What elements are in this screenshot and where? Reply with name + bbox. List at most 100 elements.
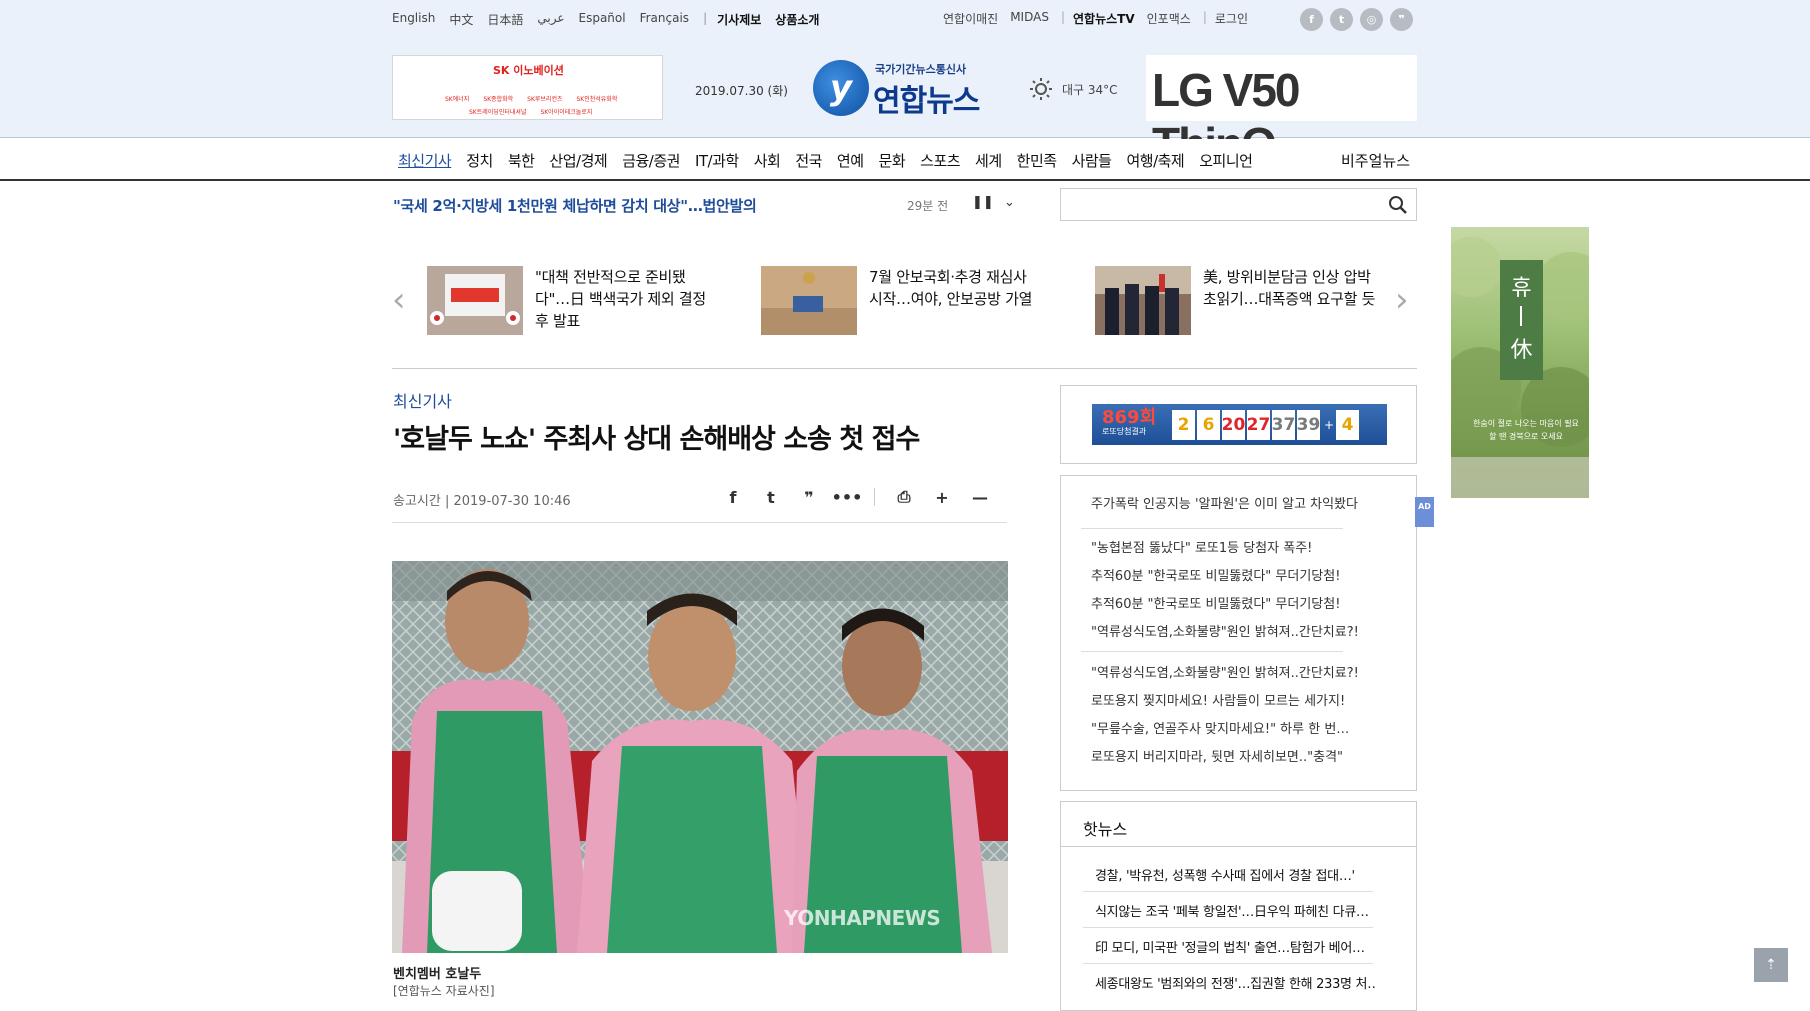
list-divider <box>1083 963 1373 964</box>
weather-widget[interactable]: 대구 34°C <box>1030 78 1118 100</box>
hot-news-item[interactable]: 印 모디, 미국판 '정글의 법칙' 출연…탐험가 베어… <box>1095 937 1375 956</box>
main-nav: 최신기사 정치 북한 산업/경제 금융/증권 IT/과학 사회 전국 연예 문화… <box>0 139 1810 181</box>
nav-north-korea[interactable]: 북한 <box>508 150 535 171</box>
toolbar-divider <box>874 488 875 506</box>
more-share-icon[interactable]: ••• <box>832 486 863 508</box>
carousel-headline[interactable]: 7월 안보국회·추경 재심사 시작…여야, 안보공방 가열 <box>869 266 1044 336</box>
nav-visual-news[interactable]: 비주얼뉴스 <box>1341 150 1410 171</box>
sk-innovation-ad[interactable]: SK 이노베이션 SK에너지 SK종합화학 SK루브리컨츠 SK인천석유화학 S… <box>392 55 663 120</box>
scroll-to-top-button[interactable]: ⇡ <box>1754 948 1788 982</box>
nav-society[interactable]: 사회 <box>754 150 781 171</box>
nav-people[interactable]: 사람들 <box>1072 150 1112 171</box>
nav-korean-diaspora[interactable]: 한민족 <box>1017 150 1057 171</box>
nav-sports[interactable]: 스포츠 <box>920 150 960 171</box>
search-icon[interactable] <box>1388 195 1408 215</box>
carousel-headline[interactable]: "대책 전반적으로 준비됐다"…日 백색국가 제외 결정 후 발표 <box>535 266 710 336</box>
divider: | <box>703 11 708 25</box>
nav-travel[interactable]: 여행/축제 <box>1126 150 1184 171</box>
kakao-story-icon[interactable]: ❞ <box>1390 8 1413 31</box>
nav-economy[interactable]: 산업/경제 <box>549 150 607 171</box>
yonhap-tv-link[interactable]: 연합뉴스TV <box>1073 10 1135 27</box>
carousel-thumbnail <box>761 266 857 335</box>
hot-news-item[interactable]: 식지않는 조국 '페북 항일전'…日우익 파헤친 다큐… <box>1095 901 1375 920</box>
carousel-item[interactable]: 美, 방위비분담금 인상 압박 초읽기…대폭증액 요구할 듯 <box>1095 266 1378 336</box>
hot-news-item[interactable]: 세종대왕도 '범죄와의 전쟁'…집권할 한해 233명 처… <box>1095 973 1375 992</box>
twitter-share-icon[interactable]: t <box>760 486 782 508</box>
yonhap-logo[interactable]: y 국가기간뉴스통신사 연합뉴스 <box>813 58 998 120</box>
article-photo[interactable]: YONHAPNEWS <box>392 561 1008 953</box>
banner-panel: 휴 休 <box>1500 260 1543 380</box>
lang-english[interactable]: English <box>392 11 435 28</box>
ad-text: SK종합화학 <box>483 96 514 103</box>
logo-mark-icon: y <box>813 60 869 116</box>
instagram-icon[interactable]: ◎ <box>1360 8 1383 31</box>
lotto-number: 6 <box>1197 409 1220 440</box>
login-link[interactable]: 로그인 <box>1215 10 1248 27</box>
carousel-headline[interactable]: 美, 방위비분담금 인상 압박 초읽기…대폭증액 요구할 듯 <box>1203 266 1378 336</box>
sponsored-link[interactable]: "농협본점 뚫났다" 로또1등 당첨자 폭주! <box>1091 537 1391 556</box>
nav-world[interactable]: 세계 <box>975 150 1002 171</box>
nav-it-science[interactable]: IT/과학 <box>695 150 739 171</box>
sponsored-link[interactable]: "역류성식도염,소화불량"원인 밝혀져..간단치료?! <box>1091 621 1391 640</box>
nav-latest[interactable]: 최신기사 <box>398 150 452 171</box>
nav-finance[interactable]: 금융/증권 <box>622 150 680 171</box>
article-divider <box>392 522 1007 523</box>
pause-icon[interactable]: ❚❚ <box>972 195 994 210</box>
facebook-share-icon[interactable]: f <box>722 486 744 508</box>
sponsored-link[interactable]: 로또용지 버리지마라, 뒷면 자세히보면.."충격" <box>1091 746 1391 765</box>
article-title: '호날두 노쇼' 주최사 상대 손해배상 소송 첫 접수 <box>393 424 920 455</box>
sponsored-link[interactable]: "무릎수술, 연골주사 맞지마세요!" 하루 한 번… <box>1091 718 1391 737</box>
sponsored-link[interactable]: 추적60분 "한국로또 비밀뚫렸다" 무더기당첨! <box>1091 565 1391 584</box>
nav-entertainment[interactable]: 연예 <box>837 150 864 171</box>
photo-watermark: YONHAPNEWS <box>784 906 941 930</box>
site-header: SK 이노베이션 SK에너지 SK종합화학 SK루브리컨츠 SK인천석유화학 S… <box>0 38 1810 170</box>
article-category[interactable]: 최신기사 <box>393 388 452 412</box>
products-link[interactable]: 상품소개 <box>775 11 819 28</box>
hot-news-item[interactable]: 경찰, '박유천, 성폭행 수사때 집에서 경찰 접대…' <box>1095 865 1375 884</box>
ad-badge[interactable]: AD <box>1415 497 1434 527</box>
sponsored-link[interactable]: 로또용지 찢지마세요! 사람들이 모르는 세가지! <box>1091 690 1391 709</box>
nav-culture[interactable]: 문화 <box>879 150 906 171</box>
sponsored-link[interactable]: 추적60분 "한국로또 비밀뚫렸다" 무더기당첨! <box>1091 593 1391 612</box>
sponsored-link[interactable]: 주가폭락 인공지능 '알파원'은 이미 알고 차익봤다 <box>1091 493 1391 512</box>
font-decrease-icon[interactable]: — <box>969 486 991 508</box>
lang-french[interactable]: Français <box>640 11 689 28</box>
nav-opinion[interactable]: 오피니언 <box>1199 150 1253 171</box>
infomax-link[interactable]: 인포맥스 <box>1147 10 1191 27</box>
carousel-thumbnail <box>1095 266 1191 335</box>
lotto-number: 20 <box>1222 409 1245 440</box>
midas-link[interactable]: MIDAS <box>1010 10 1049 27</box>
language-links: English 中文 日本語 عربي Español Français | 기… <box>392 11 833 28</box>
lang-spanish[interactable]: Español <box>579 11 626 28</box>
chevron-right-icon[interactable]: › <box>1395 280 1409 320</box>
lang-japanese[interactable]: 日本語 <box>487 11 523 28</box>
kakao-share-icon[interactable]: ❞ <box>798 486 820 508</box>
lotto-number: 2 <box>1172 409 1195 440</box>
sponsored-links: 주가폭락 인공지능 '알파원'은 이미 알고 차익봤다 "농협본점 뚫났다" 로… <box>1060 475 1417 791</box>
lotto-result-banner[interactable]: 869회 로또당첨결과 2 6 20 27 37 39 + 4 <box>1092 404 1387 445</box>
ad-text: SK에너지 <box>445 96 470 103</box>
chevron-left-icon[interactable]: ‹ <box>392 280 406 320</box>
section-divider <box>392 368 1417 369</box>
gyeongbuk-tourism-ad[interactable]: 휴 休 한숨이 절로 나오는 마음이 필요할 땐 경북으로 오세요 <box>1451 227 1589 498</box>
nav-national[interactable]: 전국 <box>795 150 822 171</box>
imagine-link[interactable]: 연합이매진 <box>943 10 998 27</box>
lang-chinese[interactable]: 中文 <box>449 11 473 28</box>
lotto-number: 27 <box>1247 409 1270 440</box>
divider: | <box>1060 10 1065 24</box>
carousel-item[interactable]: "대책 전반적으로 준비됐다"…日 백색국가 제외 결정 후 발표 <box>427 266 710 336</box>
font-increase-icon[interactable]: + <box>931 486 953 508</box>
headline-ticker[interactable]: "국세 2억·지방세 1천만원 체납하면 감치 대상"…법안발의 <box>393 195 757 216</box>
lotto-number: 39 <box>1297 409 1320 440</box>
lang-arabic[interactable]: عربي <box>537 11 564 28</box>
sponsored-link[interactable]: "역류성식도염,소화불량"원인 밝혀져..간단치료?! <box>1091 662 1391 681</box>
print-icon[interactable]: ⎙ <box>893 486 915 508</box>
report-link[interactable]: 기사제보 <box>717 11 761 28</box>
lg-v50-ad[interactable]: LG V50 ThinQ <box>1146 55 1417 170</box>
facebook-icon[interactable]: f <box>1300 8 1323 31</box>
twitter-icon[interactable]: t <box>1330 8 1353 31</box>
carousel-item[interactable]: 7월 안보국회·추경 재심사 시작…여야, 안보공방 가열 <box>761 266 1044 336</box>
nav-politics[interactable]: 정치 <box>466 150 493 171</box>
search-input[interactable] <box>1061 189 1371 220</box>
chevron-down-icon[interactable]: ⌄ <box>1004 195 1015 210</box>
